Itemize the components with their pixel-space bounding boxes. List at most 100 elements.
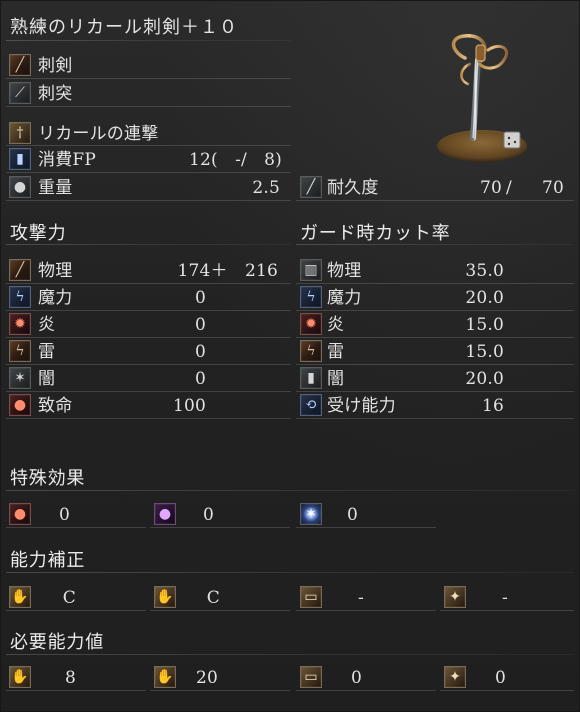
- requirements-underline: [6, 654, 574, 655]
- scaling-dexterity-value: C: [206, 588, 220, 608]
- row-separator: [296, 418, 574, 419]
- guard-dark-label: 闇: [327, 369, 345, 389]
- fp-value: 12( -/ 8): [189, 150, 282, 170]
- scaling-strength-value: C: [62, 588, 76, 608]
- strength-scaling-icon: ✋: [9, 586, 31, 608]
- attack-power-underline: [6, 244, 291, 245]
- attack-power-title: 攻撃力: [10, 223, 67, 244]
- dark-attack-icon: ✶: [9, 367, 31, 389]
- scaling-underline: [6, 572, 574, 573]
- row-separator: [296, 610, 436, 611]
- row-separator: [296, 364, 574, 365]
- lightning-attack-icon: ϟ: [9, 340, 31, 362]
- scaling-title: 能力補正: [10, 550, 86, 571]
- title-underline: [6, 40, 291, 41]
- row-separator: [6, 337, 291, 338]
- strength-requirement-icon: ✋: [9, 666, 31, 688]
- skill-icon: †: [9, 122, 31, 144]
- attack-critical-label: 致命: [38, 396, 73, 416]
- dark-guard-icon: ▮: [300, 367, 322, 389]
- intelligence-scaling-icon: ▭: [300, 586, 322, 608]
- attack-fire-value: 0: [194, 315, 206, 335]
- attack-lightning-label: 雷: [38, 342, 56, 362]
- guard-magic-label: 魔力: [327, 288, 362, 308]
- row-separator: [150, 690, 290, 691]
- row-separator: [6, 391, 291, 392]
- attack-fire-label: 炎: [38, 315, 56, 335]
- guard-lightning-value: 15.0: [465, 342, 504, 362]
- requirement-strength-value: 8: [64, 668, 76, 688]
- critical-icon: ●: [9, 394, 31, 416]
- guard-title: ガード時カット率: [300, 223, 451, 244]
- row-separator: [296, 283, 574, 284]
- slash-type-icon: ╱: [9, 54, 31, 76]
- frost-effect-icon: ✶: [300, 503, 322, 525]
- row-separator: [296, 391, 574, 392]
- dexterity-scaling-icon: ✋: [154, 586, 176, 608]
- durability-separator: /: [506, 178, 512, 198]
- attack-dark-value: 0: [194, 369, 206, 389]
- guard-fire-label: 炎: [327, 315, 345, 335]
- scaling-faith-value: -: [502, 588, 508, 608]
- row-separator: [6, 200, 291, 201]
- stability-icon: ⟲: [300, 394, 322, 416]
- attack-magic-label: 魔力: [38, 288, 73, 308]
- faith-requirement-icon: ✦: [444, 666, 466, 688]
- row-separator: [6, 78, 291, 79]
- row-separator: [296, 310, 574, 311]
- guard-stability-value: 16: [481, 396, 504, 416]
- attack-lightning-value: 0: [194, 342, 206, 362]
- magic-attack-icon: ϟ: [9, 286, 31, 308]
- row-separator: [440, 610, 574, 611]
- guard-underline: [296, 244, 574, 245]
- row-separator: [6, 310, 291, 311]
- row-separator: [6, 527, 146, 528]
- row-separator: [6, 610, 146, 611]
- row-separator: [6, 283, 291, 284]
- poison-effect-icon: ●: [154, 503, 176, 525]
- special-effect-frost-value: 0: [346, 505, 358, 525]
- weapon-image: [437, 34, 527, 162]
- row-separator: [150, 527, 290, 528]
- fp-icon: ▮: [9, 148, 31, 170]
- weapon-name: 熟練のリカール刺剣＋１０: [10, 17, 238, 38]
- special-effects-underline: [6, 490, 574, 491]
- row-separator: [6, 364, 291, 365]
- thrust-type-icon: ⟋: [9, 82, 31, 104]
- requirement-dexterity-value: 20: [195, 668, 218, 688]
- row-separator: [6, 145, 291, 146]
- fire-attack-icon: ✹: [9, 313, 31, 335]
- physical-guard-icon: ▥: [300, 259, 322, 281]
- row-separator: [296, 527, 436, 528]
- row-separator: [6, 106, 291, 107]
- row-separator: [6, 172, 291, 173]
- attack-type-label-1: 刺剣: [38, 56, 73, 76]
- durability-icon: ╱: [300, 176, 322, 198]
- fire-guard-icon: ✹: [300, 313, 322, 335]
- special-effects-title: 特殊効果: [10, 468, 86, 489]
- attack-dark-label: 闇: [38, 369, 56, 389]
- lightning-guard-icon: ϟ: [300, 340, 322, 362]
- physical-attack-icon: ╱: [9, 259, 31, 281]
- row-separator: [150, 610, 290, 611]
- row-separator: [296, 200, 574, 201]
- guard-physical-value: 35.0: [465, 261, 504, 281]
- durability-label: 耐久度: [327, 178, 379, 198]
- guard-magic-value: 20.0: [465, 288, 504, 308]
- durability-current: 70: [479, 178, 502, 198]
- attack-magic-value: 0: [194, 288, 206, 308]
- scaling-intelligence-value: -: [358, 588, 364, 608]
- intelligence-requirement-icon: ▭: [300, 666, 322, 688]
- attack-critical-value: 100: [172, 396, 206, 416]
- weight-value: 2.5: [252, 178, 280, 198]
- row-separator: [6, 418, 291, 419]
- weight-icon: ●: [9, 176, 31, 198]
- weapon-info-panel: 熟練のリカール刺剣＋１０ ╱ 刺剣 ⟋ 刺突 † リカールの連撃 ▮ 消費FP …: [0, 0, 580, 712]
- skill-name: リカールの連撃: [38, 124, 159, 144]
- bleed-effect-icon: ●: [9, 503, 31, 525]
- guard-dark-value: 20.0: [465, 369, 504, 389]
- guard-fire-value: 15.0: [465, 315, 504, 335]
- guard-physical-label: 物理: [327, 261, 362, 281]
- attack-type-label-2: 刺突: [38, 84, 73, 104]
- durability-max: 70: [541, 178, 564, 198]
